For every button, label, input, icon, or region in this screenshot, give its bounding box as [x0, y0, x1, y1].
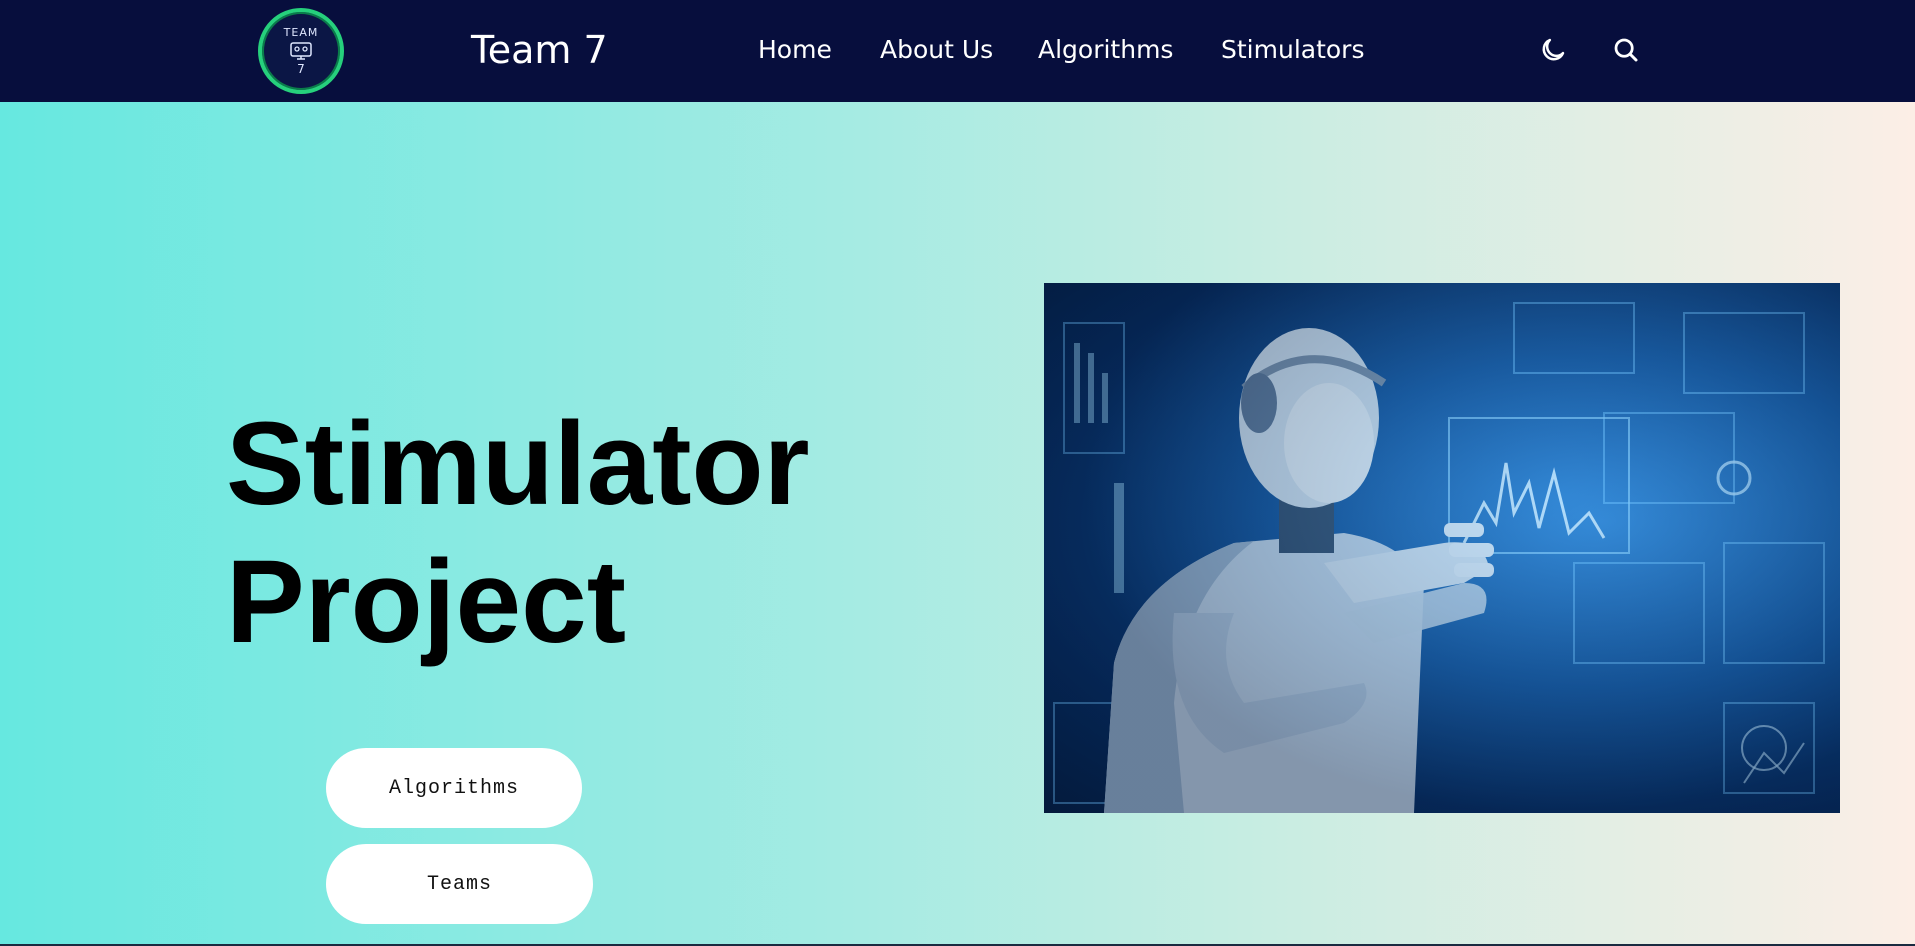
search-icon [1614, 38, 1638, 62]
logo-top-text: TEAM [283, 25, 319, 39]
teams-button[interactable]: Teams [326, 844, 593, 924]
robot-emblem-icon [290, 41, 312, 60]
robot-hero-image [1044, 283, 1840, 813]
logo-bottom-text: 7 [297, 61, 305, 76]
nav-link-algorithms[interactable]: Algorithms [1038, 32, 1173, 68]
algorithms-button[interactable]: Algorithms [326, 748, 582, 828]
top-navbar: TEAM 7 Team 7 Home About Us Algorithms S… [0, 0, 1915, 102]
hero-title-line-1: Stimulator [226, 398, 810, 530]
nav-link-about-us[interactable]: About Us [880, 32, 993, 68]
nav-link-stimulators[interactable]: Stimulators [1221, 32, 1364, 68]
brand-title[interactable]: Team 7 [471, 26, 608, 74]
search-button[interactable] [1608, 32, 1644, 68]
moon-icon [1542, 38, 1565, 61]
nav-link-home[interactable]: Home [758, 32, 832, 68]
hero-title: Stimulator Project [226, 395, 866, 671]
team-logo[interactable]: TEAM 7 [258, 8, 344, 94]
hero-title-line-2: Project [226, 536, 627, 668]
theme-toggle-button[interactable] [1535, 32, 1571, 68]
